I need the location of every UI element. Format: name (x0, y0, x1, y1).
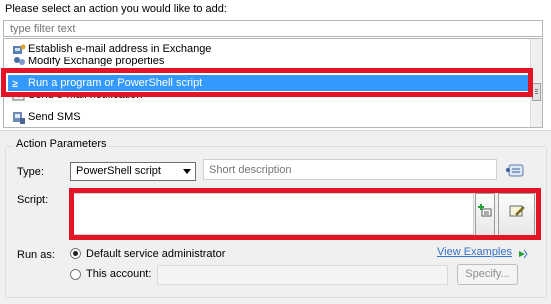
default-admin-label[interactable]: Default service administrator (86, 248, 225, 260)
parameters-legend: Action Parameters (14, 138, 109, 150)
insert-value-button[interactable] (475, 193, 495, 236)
view-examples-link[interactable]: View Examples (437, 246, 512, 258)
email-icon (12, 93, 26, 103)
list-item-label: Modify Exchange properties (28, 57, 165, 66)
list-item[interactable]: Send SMS (12, 110, 81, 125)
exchange-properties-icon (12, 57, 26, 66)
list-item-label: Send e-mail notification (28, 93, 143, 101)
account-input (157, 265, 448, 285)
type-label: Type: (17, 166, 44, 178)
insert-value-icon (478, 204, 492, 221)
powershell-icon: ≥ (12, 76, 26, 90)
filter-input[interactable] (3, 20, 543, 37)
list-scrollbar[interactable] (530, 39, 542, 127)
description-options-icon[interactable] (505, 163, 527, 179)
type-select-value: PowerShell script (76, 165, 161, 177)
list-item[interactable]: Modify Exchange properties (12, 57, 164, 66)
list-item[interactable]: Establish e-mail address in Exchange (12, 42, 211, 57)
script-label: Script: (17, 194, 49, 206)
list-item-selected[interactable]: ≥ Run a program or PowerShell script (8, 75, 528, 91)
edit-icon (509, 204, 525, 221)
list-item-label: Send SMS (28, 111, 81, 123)
script-editor[interactable] (73, 193, 474, 235)
radio-this-account[interactable] (70, 269, 81, 280)
runas-label: Run as: (17, 249, 55, 261)
svg-text:≥: ≥ (12, 80, 18, 90)
chevron-down-icon (183, 169, 191, 174)
radio-default-admin[interactable] (70, 248, 81, 259)
scrollbar-thumb[interactable] (532, 83, 541, 101)
exchange-user-icon (12, 43, 26, 57)
list-item-label: Run a program or PowerShell script (28, 77, 203, 89)
this-account-label[interactable]: This account: (86, 268, 151, 280)
arrow-right-icon[interactable] (518, 249, 528, 259)
type-select[interactable]: PowerShell script (70, 162, 196, 181)
description-input[interactable] (203, 159, 497, 180)
sms-icon (12, 111, 26, 125)
list-item-label: Establish e-mail address in Exchange (28, 43, 212, 55)
action-list[interactable]: Establish e-mail address in Exchange Mod… (3, 38, 543, 128)
specify-button: Specify... (457, 264, 518, 285)
prompt-label: Please select an action you would like t… (5, 3, 227, 15)
edit-script-button[interactable] (498, 193, 535, 236)
list-item[interactable]: Send e-mail notification (12, 93, 142, 103)
